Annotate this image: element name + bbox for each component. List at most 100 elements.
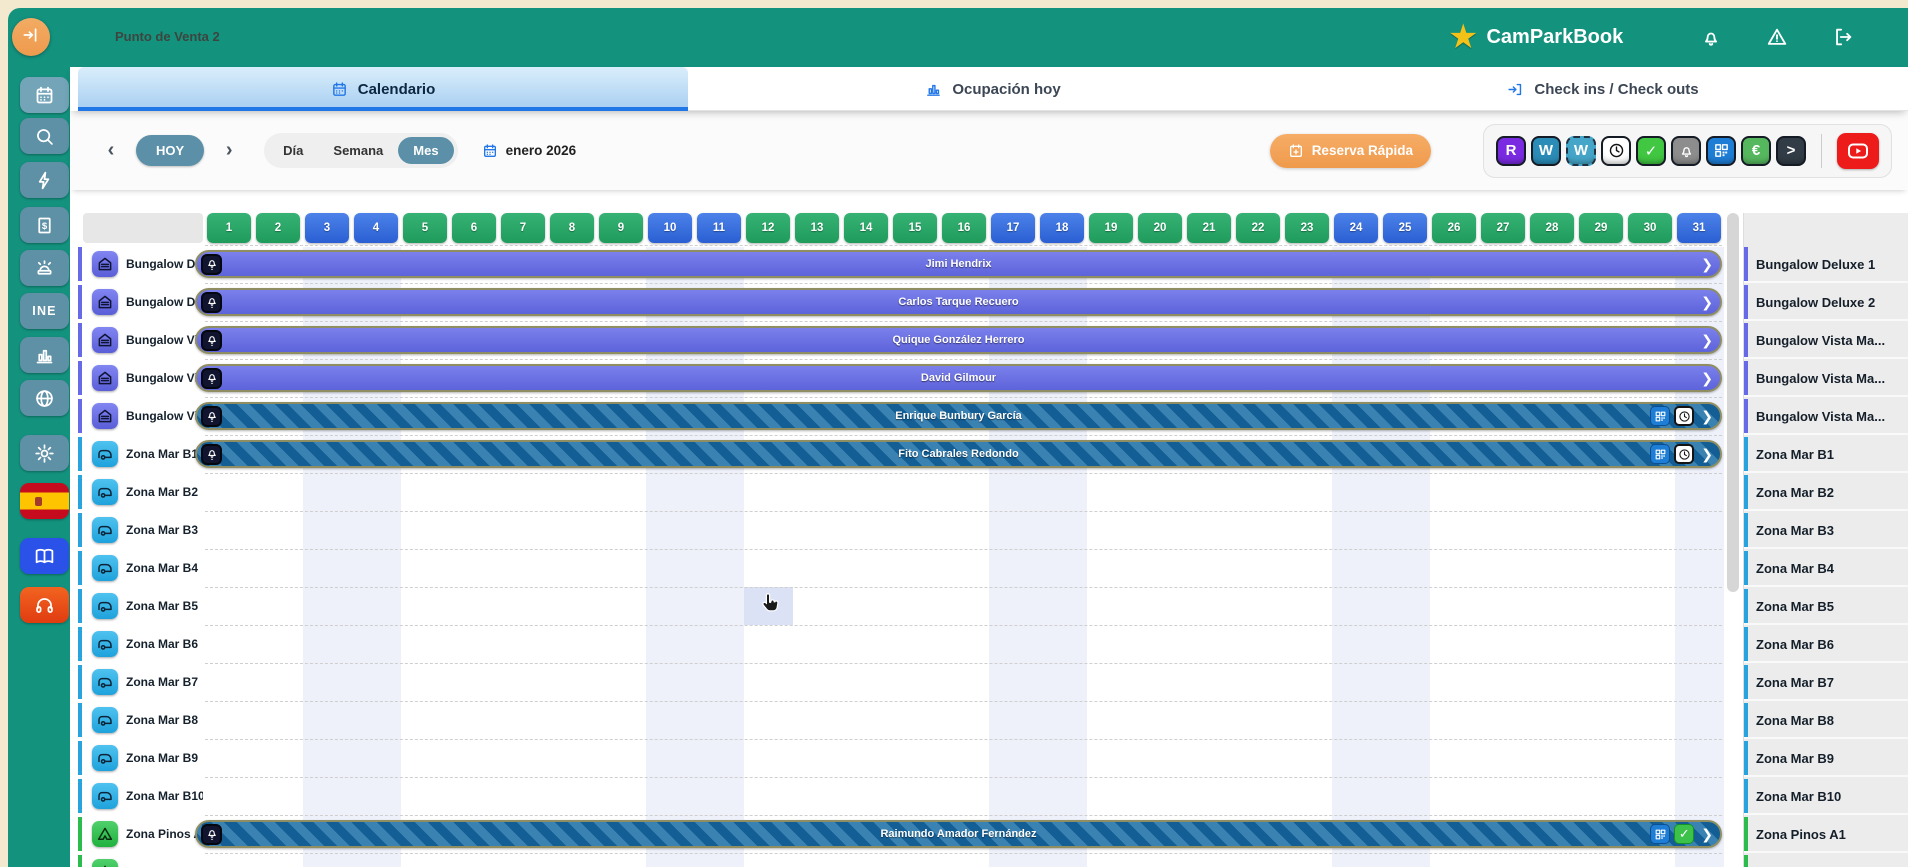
day-header-tile[interactable]: 6	[452, 213, 496, 243]
panel-row-bungalow-vista-ma-[interactable]: Bungalow Vista Ma...	[1744, 399, 1908, 435]
day-header-tile[interactable]: 17	[991, 213, 1035, 243]
alerts-warning-icon[interactable]	[1766, 26, 1788, 48]
reservation-bell-button[interactable]	[201, 367, 222, 389]
day-header-tile[interactable]: 4	[354, 213, 398, 243]
day-header-tile[interactable]: 30	[1628, 213, 1672, 243]
panel-row-zona-mar-b1[interactable]: Zona Mar B1	[1744, 437, 1908, 473]
open-reservation-chevron-icon[interactable]: ❯	[1701, 294, 1713, 311]
day-header-tile[interactable]: 11	[697, 213, 741, 243]
legend-check-icon[interactable]: ✓	[1636, 135, 1666, 166]
day-header-tile[interactable]: 19	[1089, 213, 1133, 243]
sidebar-item-language-spanish[interactable]	[20, 483, 69, 519]
quick-booking-button[interactable]: Reserva Rápida	[1269, 133, 1431, 168]
row-label-zona-mar-b10[interactable]: Zona Mar B10	[78, 779, 203, 813]
today-button[interactable]: HOY	[136, 135, 205, 166]
day-header-tile[interactable]: 22	[1236, 213, 1280, 243]
day-header-tile[interactable]: 5	[403, 213, 447, 243]
day-header-tile[interactable]: 9	[599, 213, 643, 243]
panel-row-bungalow-vista-ma-[interactable]: Bungalow Vista Ma...	[1744, 361, 1908, 397]
checked-in-icon[interactable]: ✓	[1674, 824, 1695, 844]
prev-period-button[interactable]: ‹	[100, 139, 122, 162]
reservation-bell-button[interactable]	[201, 405, 222, 427]
reservation-bar[interactable]: Jimi Hendrix ❯	[195, 250, 1722, 278]
sidebar-item-search[interactable]	[20, 118, 69, 154]
open-reservation-chevron-icon[interactable]: ❯	[1701, 446, 1713, 463]
panel-row-zona-mar-b10[interactable]: Zona Mar B10	[1744, 779, 1908, 815]
legend-chevron-badge[interactable]: >	[1776, 135, 1806, 166]
row-label-zona-mar-b8[interactable]: Zona Mar B8	[78, 703, 203, 737]
day-header-tile[interactable]: 24	[1334, 213, 1378, 243]
pending-clock-icon[interactable]	[1674, 444, 1695, 464]
sidebar-item-settings[interactable]	[20, 435, 69, 471]
day-header-tile[interactable]: 13	[795, 213, 839, 243]
tab-ocupaci-n-hoy[interactable]: Ocupación hoy	[688, 67, 1298, 111]
panel-row-zona-mar-b6[interactable]: Zona Mar B6	[1744, 627, 1908, 663]
reservation-bar[interactable]: Fito Cabrales Redondo ❯	[195, 440, 1722, 468]
day-header-tile[interactable]: 16	[942, 213, 986, 243]
reservation-bell-button[interactable]	[201, 443, 222, 465]
row-label-bungalow-vi-[interactable]: Bungalow Vi...	[78, 361, 203, 395]
view-option-semana[interactable]: Semana	[318, 137, 398, 164]
tab-calendario[interactable]: Calendario	[78, 67, 688, 111]
day-header-tile[interactable]: 12	[746, 213, 790, 243]
open-reservation-chevron-icon[interactable]: ❯	[1701, 826, 1713, 843]
legend-w-badge[interactable]: W	[1531, 135, 1561, 166]
sidebar-item-billing[interactable]: $	[20, 207, 69, 243]
day-header-tile[interactable]: 27	[1481, 213, 1525, 243]
panel-row-zona-pinos-a1[interactable]: Zona Pinos A1	[1744, 817, 1908, 853]
tab-check-ins-check-outs[interactable]: Check ins / Check outs	[1298, 67, 1908, 111]
panel-row-partial[interactable]	[1744, 855, 1908, 867]
day-header-tile[interactable]: 7	[501, 213, 545, 243]
row-label-zona-mar-b6[interactable]: Zona Mar B6	[78, 627, 203, 661]
row-label-zona-mar-b2[interactable]: Zona Mar B2	[78, 475, 203, 509]
panel-row-zona-mar-b4[interactable]: Zona Mar B4	[1744, 551, 1908, 587]
reservation-bell-button[interactable]	[201, 291, 222, 313]
row-label-partial[interactable]	[78, 855, 203, 867]
sidebar-item-ine[interactable]: INE	[20, 293, 69, 329]
reservation-bar[interactable]: David Gilmour ❯	[195, 364, 1722, 392]
next-period-button[interactable]: ›	[218, 139, 240, 162]
collapse-sidebar-button[interactable]	[12, 18, 50, 56]
pending-clock-icon[interactable]	[1674, 406, 1695, 426]
day-header-tile[interactable]: 29	[1579, 213, 1623, 243]
open-reservation-chevron-icon[interactable]: ❯	[1701, 332, 1713, 349]
open-reservation-chevron-icon[interactable]: ❯	[1701, 408, 1713, 425]
day-header-tile[interactable]: 20	[1138, 213, 1182, 243]
youtube-button[interactable]	[1837, 132, 1879, 169]
day-header-tile[interactable]: 23	[1285, 213, 1329, 243]
day-header-tile[interactable]: 21	[1187, 213, 1231, 243]
hovered-day-cell[interactable]	[744, 587, 793, 625]
legend-w-pending-badge[interactable]: W	[1566, 135, 1596, 166]
panel-row-bungalow-vista-ma-[interactable]: Bungalow Vista Ma...	[1744, 323, 1908, 359]
panel-row-zona-mar-b8[interactable]: Zona Mar B8	[1744, 703, 1908, 739]
panel-row-bungalow-deluxe-1[interactable]: Bungalow Deluxe 1	[1744, 247, 1908, 283]
vertical-scrollbar-thumb[interactable]	[1727, 213, 1739, 592]
day-header-tile[interactable]: 25	[1383, 213, 1427, 243]
reservation-bar[interactable]: Quique González Herrero ❯	[195, 326, 1722, 354]
row-label-bungalow-vi-[interactable]: Bungalow Vi...	[78, 399, 203, 433]
panel-row-zona-mar-b9[interactable]: Zona Mar B9	[1744, 741, 1908, 777]
row-label-zona-mar-b9[interactable]: Zona Mar B9	[78, 741, 203, 775]
panel-row-zona-mar-b2[interactable]: Zona Mar B2	[1744, 475, 1908, 511]
day-header-tile[interactable]: 28	[1530, 213, 1574, 243]
sidebar-item-web[interactable]	[20, 380, 69, 416]
sidebar-item-documentation[interactable]	[20, 538, 69, 574]
open-reservation-chevron-icon[interactable]: ❯	[1701, 370, 1713, 387]
panel-row-zona-mar-b5[interactable]: Zona Mar B5	[1744, 589, 1908, 625]
reservation-bar[interactable]: Raimundo Amador Fernández ✓ ❯	[195, 820, 1722, 848]
legend-qr-icon[interactable]	[1706, 135, 1736, 166]
reservation-bell-button[interactable]	[201, 253, 222, 275]
logout-icon[interactable]	[1832, 26, 1854, 48]
row-label-zona-pinos-a1[interactable]: Zona Pinos A1	[78, 817, 203, 851]
notifications-bell-icon[interactable]	[1700, 26, 1722, 48]
day-header-tile[interactable]: 3	[305, 213, 349, 243]
view-option-mes[interactable]: Mes	[398, 137, 454, 164]
reservation-bell-button[interactable]	[201, 329, 222, 351]
day-header-tile[interactable]: 8	[550, 213, 594, 243]
row-label-zona-mar-b4[interactable]: Zona Mar B4	[78, 551, 203, 585]
panel-row-zona-mar-b7[interactable]: Zona Mar B7	[1744, 665, 1908, 701]
panel-row-bungalow-deluxe-2[interactable]: Bungalow Deluxe 2	[1744, 285, 1908, 321]
day-header-tile[interactable]: 10	[648, 213, 692, 243]
row-label-zona-mar-b1[interactable]: Zona Mar B1	[78, 437, 203, 471]
sidebar-item-support[interactable]	[20, 587, 69, 623]
